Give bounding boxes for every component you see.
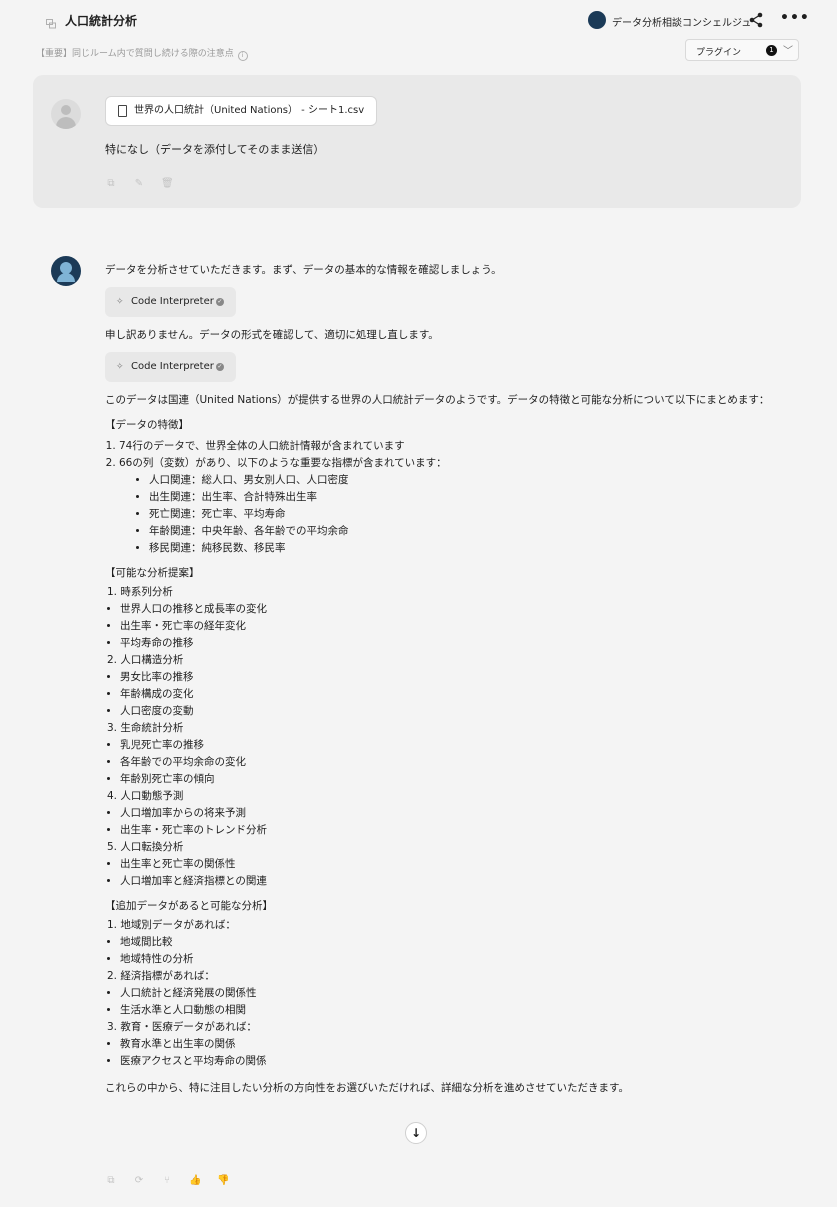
plugin-label: プラグイン xyxy=(696,48,742,58)
proposal-item: 年齢構成の変化 xyxy=(120,686,785,703)
assistant-message: データを分析させていただきます。まず、データの基本的な情報を確認しましょう。 ✧… xyxy=(105,262,785,1101)
code-interpreter-chip[interactable]: ✧ Code Interpreter ✓ xyxy=(105,287,236,317)
additional-item: 人口統計と経済発展の関係性 xyxy=(120,985,785,1002)
scroll-down-button[interactable]: ↓ xyxy=(405,1122,427,1144)
proposal-items: 人口増加率からの将来予測出生率・死亡率のトレンド分析 xyxy=(105,805,785,839)
response-actions: ⧉ ⟳ ⑂ 👍 👎 xyxy=(105,1168,245,1187)
assistant-name[interactable]: データ分析相談コンシェルジュ xyxy=(612,14,751,29)
proposal-item: 人口増加率と経済指標との関連 xyxy=(120,873,785,890)
proposal-title: 4. 人口動態予測 xyxy=(107,790,184,802)
proposal-item: 人口密度の変動 xyxy=(120,703,785,720)
code-interpreter-chip[interactable]: ✧ Code Interpreter ✓ xyxy=(105,352,236,382)
check-icon: ✓ xyxy=(215,298,224,306)
additional-item: 地域間比較 xyxy=(120,934,785,951)
plugin-dropdown[interactable]: プラグイン 1 ﹀ xyxy=(685,39,799,61)
attached-file[interactable]: 世界の人口統計（United Nations） - シート1.csv xyxy=(105,96,378,126)
user-message: 世界の人口統計（United Nations） - シート1.csv 特になし（… xyxy=(33,75,801,208)
copy-icon[interactable]: ⧉ xyxy=(105,1175,117,1187)
proposal-items: 世界人口の推移と成長率の変化出生率・死亡率の経年変化平均寿命の推移 xyxy=(105,601,785,652)
info-icon: i xyxy=(237,51,248,61)
proposal-title: 1. 時系列分析 xyxy=(107,586,173,598)
attached-file-name: 世界の人口統計（United Nations） - シート1.csv xyxy=(134,105,365,116)
trash-icon[interactable]: 🗑 xyxy=(161,178,174,190)
feature-subitem: 年齢関連：中央年齢、各年齢での平均余命 xyxy=(149,523,785,540)
response-summary: このデータは国連（United Nations）が提供する世界の人口統計データの… xyxy=(105,394,770,406)
branch-icon[interactable]: ⑂ xyxy=(161,1175,173,1187)
additional-title: 1. 地域別データがあれば： xyxy=(107,919,236,931)
proposal-item: 男女比率の推移 xyxy=(120,669,785,686)
more-options-icon[interactable]: ••• xyxy=(780,10,810,26)
additional-item: 地域特性の分析 xyxy=(120,951,785,968)
proposals-list: 1. 時系列分析世界人口の推移と成長率の変化出生率・死亡率の経年変化平均寿命の推… xyxy=(105,584,785,890)
additional-items: 地域間比較地域特性の分析 xyxy=(105,934,785,968)
notice-link[interactable]: 【重要】同じルーム内で質問し続ける際の注意点 i xyxy=(36,46,248,61)
features-list: 74行のデータで、世界全体の人口統計情報が含まれています66の列（変数）があり、… xyxy=(105,438,785,557)
additional-items: 人口統計と経済発展の関係性生活水準と人口動態の相関 xyxy=(105,985,785,1019)
proposal-item: 出生率・死亡率のトレンド分析 xyxy=(120,822,785,839)
tool-label: Code Interpreter xyxy=(131,296,214,307)
additional-title: 2. 経済指標があれば： xyxy=(107,970,215,982)
response-retry: 申し訳ありません。データの形式を確認して、適切に処理し直します。 xyxy=(105,329,439,341)
document-icon xyxy=(118,105,127,117)
user-message-text: 特になし（データを添付してそのまま送信） xyxy=(105,143,325,156)
feature-subitem: 人口関連：総人口、男女別人口、人口密度 xyxy=(149,472,785,489)
proposal-item: 出生率・死亡率の経年変化 xyxy=(120,618,785,635)
proposal-items: 出生率と死亡率の関係性人口増加率と経済指標との関連 xyxy=(105,856,785,890)
proposal-items: 男女比率の推移年齢構成の変化人口密度の変動 xyxy=(105,669,785,720)
plugin-count-badge: 1 xyxy=(766,45,777,56)
feature-subitem: 出生関連：出生率、合計特殊出生率 xyxy=(149,489,785,506)
additional-list: 1. 地域別データがあれば： 地域間比較地域特性の分析 2. 経済指標があれば： 人口… xyxy=(105,917,785,1070)
chevron-down-icon: ﹀ xyxy=(783,46,793,57)
proposal-title: 5. 人口転換分析 xyxy=(107,841,184,853)
thumbs-up-icon[interactable]: 👍 xyxy=(189,1175,201,1187)
proposal-item: 乳児死亡率の推移 xyxy=(120,737,785,754)
thumbs-down-icon[interactable]: 👎 xyxy=(217,1175,229,1187)
feature-item: 66の列（変数）があり、以下のような重要な指標が含まれています：人口関連：総人口… xyxy=(119,455,785,557)
proposal-item: 平均寿命の推移 xyxy=(120,635,785,652)
proposal-item: 出生率と死亡率の関係性 xyxy=(120,856,785,873)
additional-item: 医療アクセスと平均寿命の関係 xyxy=(120,1053,785,1070)
additional-items: 教育水準と出生率の関係医療アクセスと平均寿命の関係 xyxy=(105,1036,785,1070)
proposals-heading: 【可能な分析提案】 xyxy=(105,567,200,579)
proposal-item: 年齢別死亡率の傾向 xyxy=(120,771,785,788)
regenerate-icon[interactable]: ⟳ xyxy=(133,1175,145,1187)
feature-item: 74行のデータで、世界全体の人口統計情報が含まれています xyxy=(119,438,785,455)
sparkle-icon: ✧ xyxy=(116,297,124,307)
proposal-item: 各年齢での平均余命の変化 xyxy=(120,754,785,771)
sparkle-icon: ✧ xyxy=(116,362,124,372)
top-bar: 人口統計分析 データ分析相談コンシェルジュ ••• xyxy=(0,0,837,40)
additional-item: 教育水準と出生率の関係 xyxy=(120,1036,785,1053)
additional-item: 生活水準と人口動態の相関 xyxy=(120,1002,785,1019)
assistant-avatar[interactable] xyxy=(588,11,606,29)
check-icon: ✓ xyxy=(215,363,224,371)
feature-sublist: 人口関連：総人口、男女別人口、人口密度出生関連：出生率、合計特殊出生率死亡関連：… xyxy=(119,472,785,557)
proposal-items: 乳児死亡率の推移各年齢での平均余命の変化年齢別死亡率の傾向 xyxy=(105,737,785,788)
proposal-title: 3. 生命統計分析 xyxy=(107,722,184,734)
user-avatar xyxy=(51,99,81,129)
feature-subitem: 移民関連：純移民数、移民率 xyxy=(149,540,785,557)
proposal-title: 2. 人口構造分析 xyxy=(107,654,184,666)
copy-icon[interactable]: ⧉ xyxy=(105,178,117,190)
assistant-message-avatar xyxy=(51,256,81,286)
tool-label: Code Interpreter xyxy=(131,361,214,372)
features-heading: 【データの特徴】 xyxy=(105,419,189,431)
proposal-item: 人口増加率からの将来予測 xyxy=(120,805,785,822)
additional-heading: 【追加データがあると可能な分析】 xyxy=(105,900,273,912)
feature-subitem: 死亡関連：死亡率、平均寿命 xyxy=(149,506,785,523)
user-message-actions: ⧉ ✎ 🗑 xyxy=(105,171,189,190)
proposal-item: 世界人口の推移と成長率の変化 xyxy=(120,601,785,618)
notice-text: 【重要】同じルーム内で質問し続ける際の注意点 xyxy=(36,49,234,59)
response-intro: データを分析させていただきます。まず、データの基本的な情報を確認しましょう。 xyxy=(105,264,502,276)
share-icon[interactable] xyxy=(748,12,764,28)
edit-icon[interactable]: ✎ xyxy=(133,178,145,190)
chat-room-icon xyxy=(46,14,56,29)
response-closing: これらの中から、特に注目したい分析の方向性をお選びいただければ、詳細な分析を進め… xyxy=(105,1082,629,1094)
room-title: 人口統計分析 xyxy=(65,14,138,28)
additional-title: 3. 教育・医療データがあれば： xyxy=(107,1021,257,1033)
